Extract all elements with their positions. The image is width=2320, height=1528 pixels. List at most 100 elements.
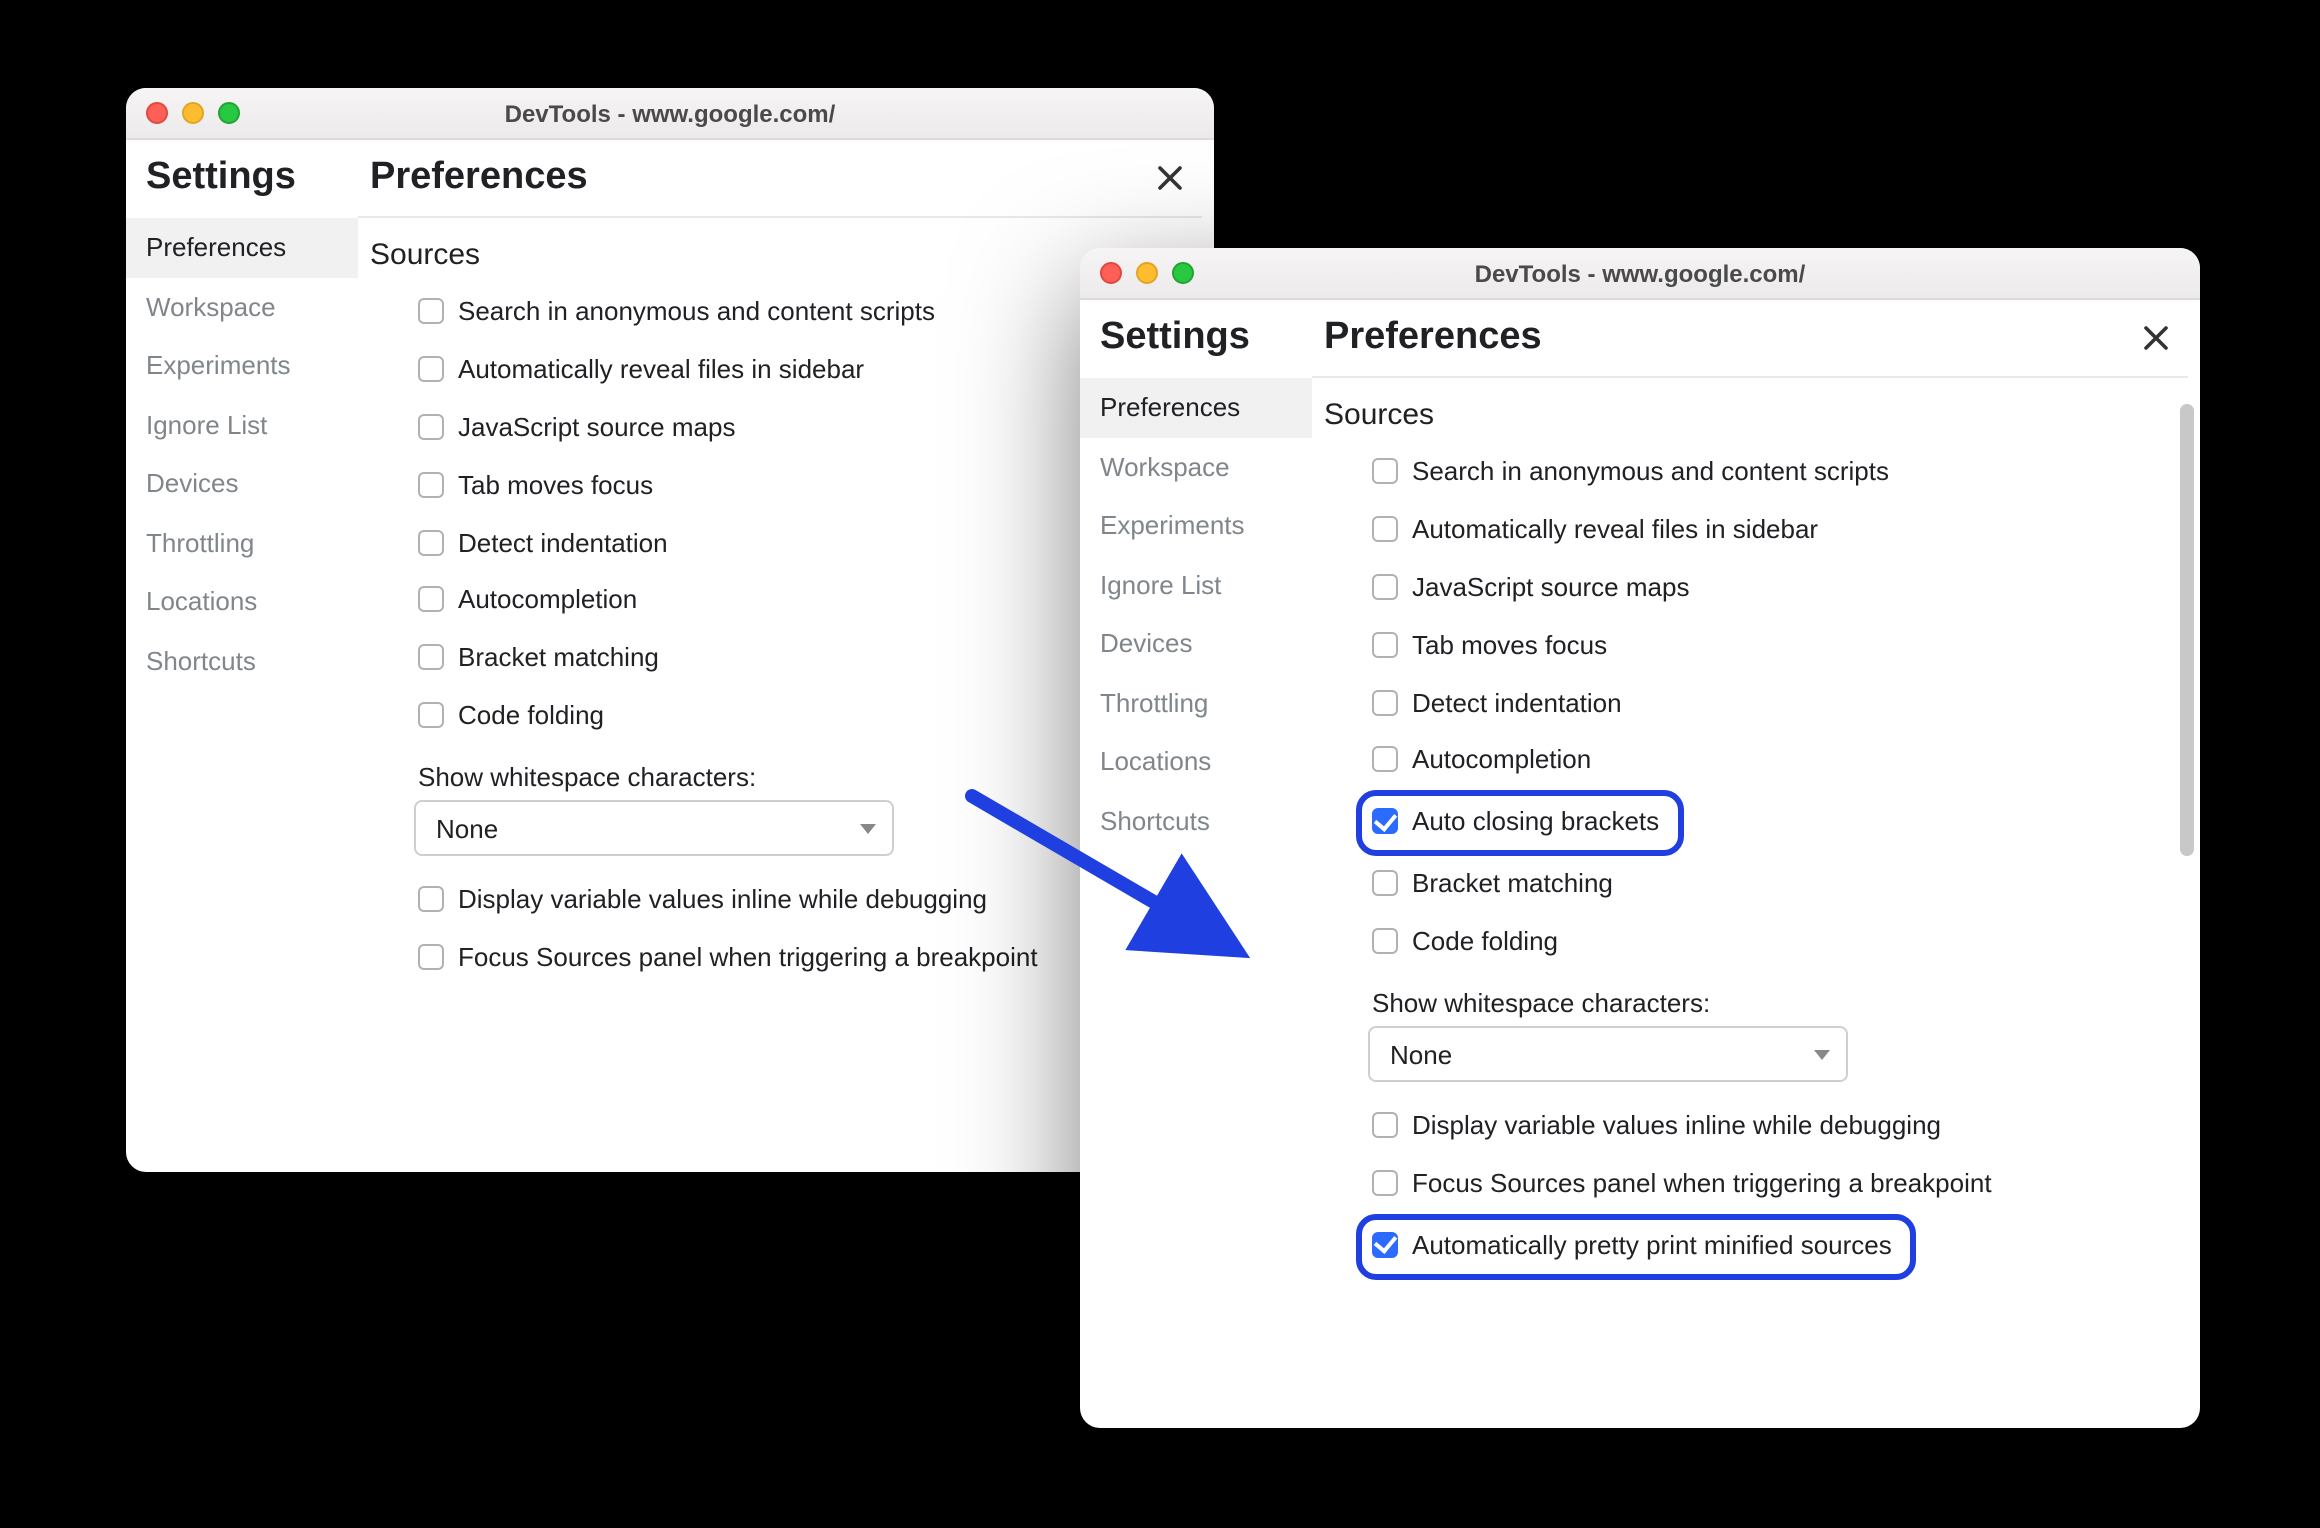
option-display-variable-values-inline-while-debugging[interactable]: Display variable values inline while deb… [414,872,1194,930]
minimize-window-button[interactable] [182,102,204,124]
checkbox[interactable] [1372,747,1398,773]
sidebar-item-ignore-list[interactable]: Ignore List [126,395,358,454]
checkbox[interactable] [1372,809,1398,835]
checkbox[interactable] [1372,1232,1398,1258]
option-automatically-reveal-files-in-sidebar[interactable]: Automatically reveal files in sidebar [414,342,1194,400]
option-search-in-anonymous-and-content-scripts[interactable]: Search in anonymous and content scripts [414,284,1194,342]
checkbox[interactable] [1372,574,1398,600]
option-bracket-matching[interactable]: Bracket matching [1368,856,2180,914]
checkbox[interactable] [418,702,444,728]
traffic-lights [1080,262,1194,284]
option-label: Automatically reveal files in sidebar [458,354,864,388]
option-label: Code folding [458,700,604,734]
option-label: Tab moves focus [1412,629,1607,663]
checkbox[interactable] [1372,689,1398,715]
option-label: Auto closing brackets [1412,807,1659,841]
option-tab-moves-focus[interactable]: Tab moves focus [414,457,1194,515]
titlebar[interactable]: DevTools - www.google.com/ [1080,248,2200,300]
sidebar-item-experiments[interactable]: Experiments [1080,496,1312,555]
option-label: Search in anonymous and content scripts [458,296,935,330]
option-label: Autocompletion [1412,745,1591,779]
checkbox[interactable] [1372,631,1398,657]
minimize-window-button[interactable] [1136,262,1158,284]
option-code-folding[interactable]: Code folding [414,688,1194,746]
option-label: Search in anonymous and content scripts [1412,456,1889,490]
option-label: Automatically reveal files in sidebar [1412,514,1818,548]
option-autocompletion[interactable]: Autocompletion [1368,733,2180,791]
option-label: JavaScript source maps [1412,572,1689,606]
whitespace-select[interactable]: None [1368,1026,1848,1082]
devtools-window-after: DevTools - www.google.com/ Settings Pref… [1080,248,2200,1428]
option-detect-indentation[interactable]: Detect indentation [414,515,1194,573]
checkbox[interactable] [1372,1170,1398,1196]
checkbox[interactable] [418,645,444,671]
sidebar-item-ignore-list[interactable]: Ignore List [1080,555,1312,614]
settings-sidebar: Settings PreferencesWorkspaceExperiments… [1080,300,1312,1428]
checkbox[interactable] [418,529,444,555]
sidebar-item-devices[interactable]: Devices [1080,614,1312,673]
sidebar-item-devices[interactable]: Devices [126,454,358,513]
window-title: DevTools - www.google.com/ [1080,259,2200,287]
window-title: DevTools - www.google.com/ [126,99,1214,127]
checkbox[interactable] [1372,928,1398,954]
preferences-heading: Preferences [1312,314,2188,378]
option-display-variable-values-inline-while-debugging[interactable]: Display variable values inline while deb… [1368,1098,2180,1156]
option-javascript-source-maps[interactable]: JavaScript source maps [1368,560,2180,618]
titlebar[interactable]: DevTools - www.google.com/ [126,88,1214,140]
checkbox[interactable] [1372,870,1398,896]
option-focus-sources-panel-when-triggering-a-breakpoint[interactable]: Focus Sources panel when triggering a br… [1368,1156,2180,1214]
maximize-window-button[interactable] [218,102,240,124]
section-sources-heading: Sources [370,238,1202,272]
chevron-down-icon [860,823,876,833]
sidebar-item-shortcuts[interactable]: Shortcuts [126,632,358,691]
option-automatically-reveal-files-in-sidebar[interactable]: Automatically reveal files in sidebar [1368,502,2180,560]
checkbox[interactable] [418,298,444,324]
scrollbar[interactable] [2180,404,2194,1408]
checkbox[interactable] [418,414,444,440]
checkbox[interactable] [418,944,444,970]
sidebar-item-preferences[interactable]: Preferences [1080,378,1312,437]
close-window-button[interactable] [146,102,168,124]
sidebar-item-shortcuts[interactable]: Shortcuts [1080,792,1312,851]
whitespace-select[interactable]: None [414,800,894,856]
option-label: Focus Sources panel when triggering a br… [458,942,1038,976]
option-code-folding[interactable]: Code folding [1368,914,2180,972]
option-focus-sources-panel-when-triggering-a-breakpoint[interactable]: Focus Sources panel when triggering a br… [414,930,1194,988]
checkbox[interactable] [1372,1112,1398,1138]
option-label: Autocompletion [458,585,637,619]
close-window-button[interactable] [1100,262,1122,284]
option-label: Display variable values inline while deb… [458,884,987,918]
sidebar-item-throttling[interactable]: Throttling [1080,673,1312,732]
sidebar-item-locations[interactable]: Locations [126,573,358,632]
option-detect-indentation[interactable]: Detect indentation [1368,675,2180,733]
checkbox[interactable] [418,471,444,497]
option-label: Detect indentation [1412,687,1622,721]
sidebar-item-experiments[interactable]: Experiments [126,336,358,395]
scrollbar-thumb[interactable] [2180,404,2194,856]
option-automatically-pretty-print-minified-sources[interactable]: Automatically pretty print minified sour… [1356,1214,1916,1280]
option-javascript-source-maps[interactable]: JavaScript source maps [414,400,1194,458]
sidebar-item-preferences[interactable]: Preferences [126,218,358,277]
settings-heading: Settings [1080,314,1312,378]
checkbox[interactable] [418,886,444,912]
sidebar-item-throttling[interactable]: Throttling [126,513,358,572]
section-sources-heading: Sources [1324,398,2188,432]
checkbox[interactable] [1372,458,1398,484]
devtools-window-before: DevTools - www.google.com/ Settings Pref… [126,88,1214,1172]
option-tab-moves-focus[interactable]: Tab moves focus [1368,617,2180,675]
option-bracket-matching[interactable]: Bracket matching [414,631,1194,689]
sidebar-item-workspace[interactable]: Workspace [1080,437,1312,496]
option-label: JavaScript source maps [458,412,735,446]
checkbox[interactable] [418,587,444,613]
option-label: Tab moves focus [458,469,653,503]
settings-heading: Settings [126,154,358,218]
maximize-window-button[interactable] [1172,262,1194,284]
checkbox[interactable] [418,356,444,382]
option-autocompletion[interactable]: Autocompletion [414,573,1194,631]
option-label: Detect indentation [458,527,668,561]
option-search-in-anonymous-and-content-scripts[interactable]: Search in anonymous and content scripts [1368,444,2180,502]
sidebar-item-workspace[interactable]: Workspace [126,277,358,336]
sidebar-item-locations[interactable]: Locations [1080,733,1312,792]
checkbox[interactable] [1372,516,1398,542]
option-auto-closing-brackets[interactable]: Auto closing brackets [1356,791,1683,857]
